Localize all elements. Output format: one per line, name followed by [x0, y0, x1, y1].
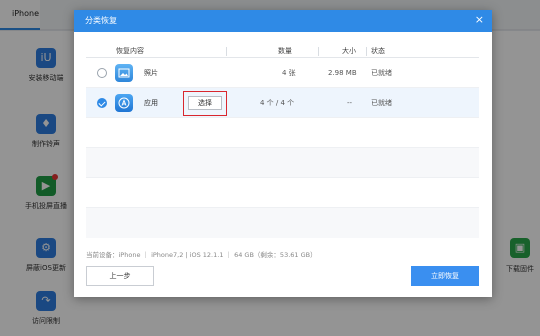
table-row-empty: [86, 148, 479, 178]
table-row-apps[interactable]: 应用 选择 4 个 / 4 个 -- 已就绪: [86, 88, 479, 118]
restore-table: 恢复内容 数量 大小 状态 照片 4 张 2.98 MB 已就绪 应用 选择 4…: [86, 44, 479, 249]
radio-unchecked[interactable]: [97, 68, 107, 78]
table-header: 恢复内容 数量 大小 状态: [86, 44, 479, 58]
close-icon[interactable]: ×: [475, 10, 484, 30]
column-header-content: 恢复内容: [116, 47, 144, 55]
row-size: --: [347, 99, 353, 107]
device-info: 当前设备：iPhone ｜ iPhone7,2 | iOS 12.1.1 ｜ 6…: [86, 251, 317, 259]
column-header-status: 状态: [371, 47, 385, 55]
row-status: 已就绪: [371, 69, 392, 77]
dialog-title: 分类恢复: [85, 16, 117, 25]
row-name: 照片: [144, 69, 158, 77]
app-store-icon: [115, 94, 133, 112]
dialog-title-bar: 分类恢复 ×: [74, 10, 492, 32]
column-divider: [318, 47, 319, 56]
column-divider: [366, 47, 367, 56]
column-header-size: 大小: [342, 47, 356, 55]
previous-step-button[interactable]: 上一步: [86, 266, 154, 286]
restore-now-button[interactable]: 立即恢复: [411, 266, 479, 286]
table-row-empty: [86, 178, 479, 208]
category-restore-dialog: 分类恢复 × 恢复内容 数量 大小 状态 照片 4 张 2.98 MB 已就绪: [74, 10, 492, 297]
table-row-empty: [86, 118, 479, 148]
row-name: 应用: [144, 99, 158, 107]
column-divider: [226, 47, 227, 56]
row-status: 已就绪: [371, 99, 392, 107]
table-row-photos[interactable]: 照片 4 张 2.98 MB 已就绪: [86, 58, 479, 88]
select-apps-button[interactable]: 选择: [188, 96, 222, 110]
row-count: 4 个 / 4 个: [260, 99, 295, 107]
row-count: 4 张: [282, 69, 296, 77]
table-row-empty: [86, 208, 479, 238]
column-header-count: 数量: [278, 47, 292, 55]
photos-icon: [115, 64, 133, 82]
radio-checked[interactable]: [97, 98, 107, 108]
row-size: 2.98 MB: [328, 69, 357, 77]
